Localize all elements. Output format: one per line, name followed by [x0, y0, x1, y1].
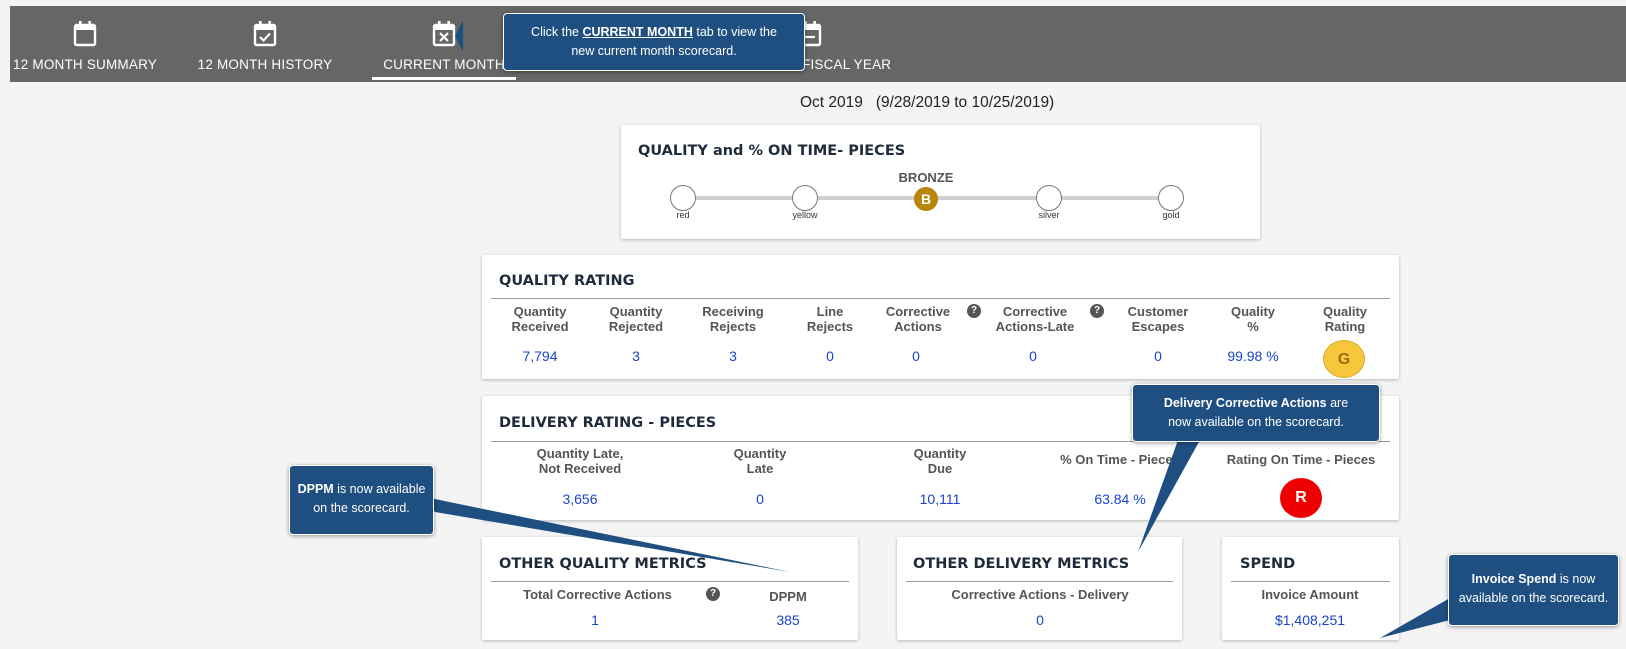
- col-header: Customer Escapes: [1127, 304, 1189, 334]
- col-header: Quality Rating: [1322, 304, 1368, 334]
- invoice-spend-callout: Invoice Spend is now available on the sc…: [1448, 554, 1619, 626]
- help-icon[interactable]: ?: [1090, 304, 1104, 318]
- quality-ontime-title: QUALITY and % ON TIME- PIECES: [638, 143, 906, 159]
- level-label-red: red: [676, 210, 690, 220]
- delivery-corrective-actions-callout: Delivery Corrective Actions are now avai…: [1132, 384, 1380, 442]
- calendar-check-icon: [253, 21, 277, 47]
- level-node-gold: [1158, 185, 1184, 211]
- col-header: Quantity Due: [913, 446, 967, 476]
- tab-label: FISCAL YEAR: [802, 57, 892, 72]
- line-rejects-value[interactable]: 0: [790, 348, 870, 364]
- other-quality-title: OTHER QUALITY METRICS: [499, 556, 707, 572]
- period-month: Oct 2019: [800, 94, 863, 111]
- col-header: Quantity Rejected: [608, 304, 664, 334]
- delivery-rating-badge: R: [1280, 478, 1322, 518]
- period-range: (9/28/2019 to 10/25/2019): [875, 94, 1055, 111]
- tab-label: CURRENT MONTH: [383, 57, 505, 72]
- period-label: Oct 2019 (9/28/2019 to 10/25/2019): [800, 94, 1054, 112]
- tab-label: 12 MONTH SUMMARY: [13, 57, 157, 72]
- level-label-gold: gold: [1162, 210, 1180, 220]
- col-header: Total Corrective Actions: [523, 587, 672, 602]
- col-header: Receiving Rejects: [702, 304, 764, 334]
- divider: [906, 581, 1173, 582]
- col-header: Rating On Time - Pieces: [1226, 452, 1376, 467]
- dppm-value: 385: [776, 612, 800, 628]
- divider: [491, 298, 1390, 299]
- current-level-label: BRONZE: [898, 170, 954, 185]
- level-node-red: [670, 185, 696, 211]
- col-header: Quantity Late, Not Received: [536, 446, 624, 476]
- quantity-rejected-value[interactable]: 3: [596, 348, 676, 364]
- tab-12-month-summary[interactable]: 12 MONTH SUMMARY: [10, 6, 160, 82]
- quantity-late-not-received-value[interactable]: 3,656: [520, 491, 640, 507]
- quantity-due-value[interactable]: 10,111: [900, 491, 980, 507]
- active-tab-indicator: [372, 77, 516, 80]
- col-header: Line Rejects: [806, 304, 854, 334]
- tab-current-month[interactable]: CURRENT MONTH: [372, 6, 516, 82]
- help-icon[interactable]: ?: [967, 304, 981, 318]
- quality-percent-value: 99.98 %: [1227, 348, 1279, 364]
- col-header: Corrective Actions - Delivery: [951, 587, 1129, 602]
- tab-fiscal-year[interactable]: FISCAL YEAR: [790, 6, 900, 82]
- corrective-actions-late-value[interactable]: 0: [993, 348, 1073, 364]
- receiving-rejects-value[interactable]: 3: [693, 348, 773, 364]
- col-header: Quantity Received: [511, 304, 569, 334]
- corrective-actions-value[interactable]: 0: [876, 348, 956, 364]
- level-label-silver: silver: [1038, 210, 1060, 220]
- calendar-icon: [73, 21, 97, 47]
- spend-title: SPEND: [1240, 556, 1296, 572]
- quantity-received-value[interactable]: 7,794: [500, 348, 580, 364]
- other-delivery-title: OTHER DELIVERY METRICS: [913, 556, 1130, 572]
- current-month-callout: Click the CURRENT MONTH tab to view the …: [503, 13, 805, 71]
- level-label-yellow: yellow: [792, 210, 818, 220]
- level-node-silver: [1036, 185, 1062, 211]
- level-node-yellow: [792, 185, 818, 211]
- divider: [491, 581, 849, 582]
- quality-rating-badge: G: [1323, 340, 1365, 378]
- quantity-late-value[interactable]: 0: [720, 491, 800, 507]
- corrective-actions-delivery-value[interactable]: 0: [1000, 612, 1080, 628]
- total-corrective-actions-value[interactable]: 1: [555, 612, 635, 628]
- col-header: Quality%: [1230, 304, 1276, 334]
- dppm-callout: DPPM is now available on the scorecard.: [289, 465, 434, 535]
- tab-12-month-history[interactable]: 12 MONTH HISTORY: [196, 6, 334, 82]
- quality-rating-title: QUALITY RATING: [499, 273, 635, 289]
- percent-on-time-value: 63.84 %: [1094, 491, 1146, 507]
- level-node-bronze: B: [914, 187, 938, 211]
- col-header: Invoice Amount: [1261, 587, 1359, 602]
- calendar-x-icon: [432, 21, 456, 47]
- top-tab-bar: 12 MONTH SUMMARY 12 MONTH HISTORY CURREN…: [10, 6, 1626, 82]
- col-header: Corrective Actions-Late: [995, 304, 1075, 334]
- divider: [1231, 581, 1390, 582]
- col-header: DPPM: [769, 589, 807, 604]
- tab-label: 12 MONTH HISTORY: [197, 57, 333, 72]
- col-header: Quantity Late: [733, 446, 787, 476]
- delivery-rating-title: DELIVERY RATING - PIECES: [499, 415, 717, 431]
- invoice-amount-value[interactable]: $1,408,251: [1235, 612, 1385, 628]
- col-header: % On Time - Pieces: [1060, 452, 1180, 467]
- col-header: Corrective Actions: [885, 304, 951, 334]
- customer-escapes-value[interactable]: 0: [1118, 348, 1198, 364]
- help-icon[interactable]: ?: [706, 587, 720, 601]
